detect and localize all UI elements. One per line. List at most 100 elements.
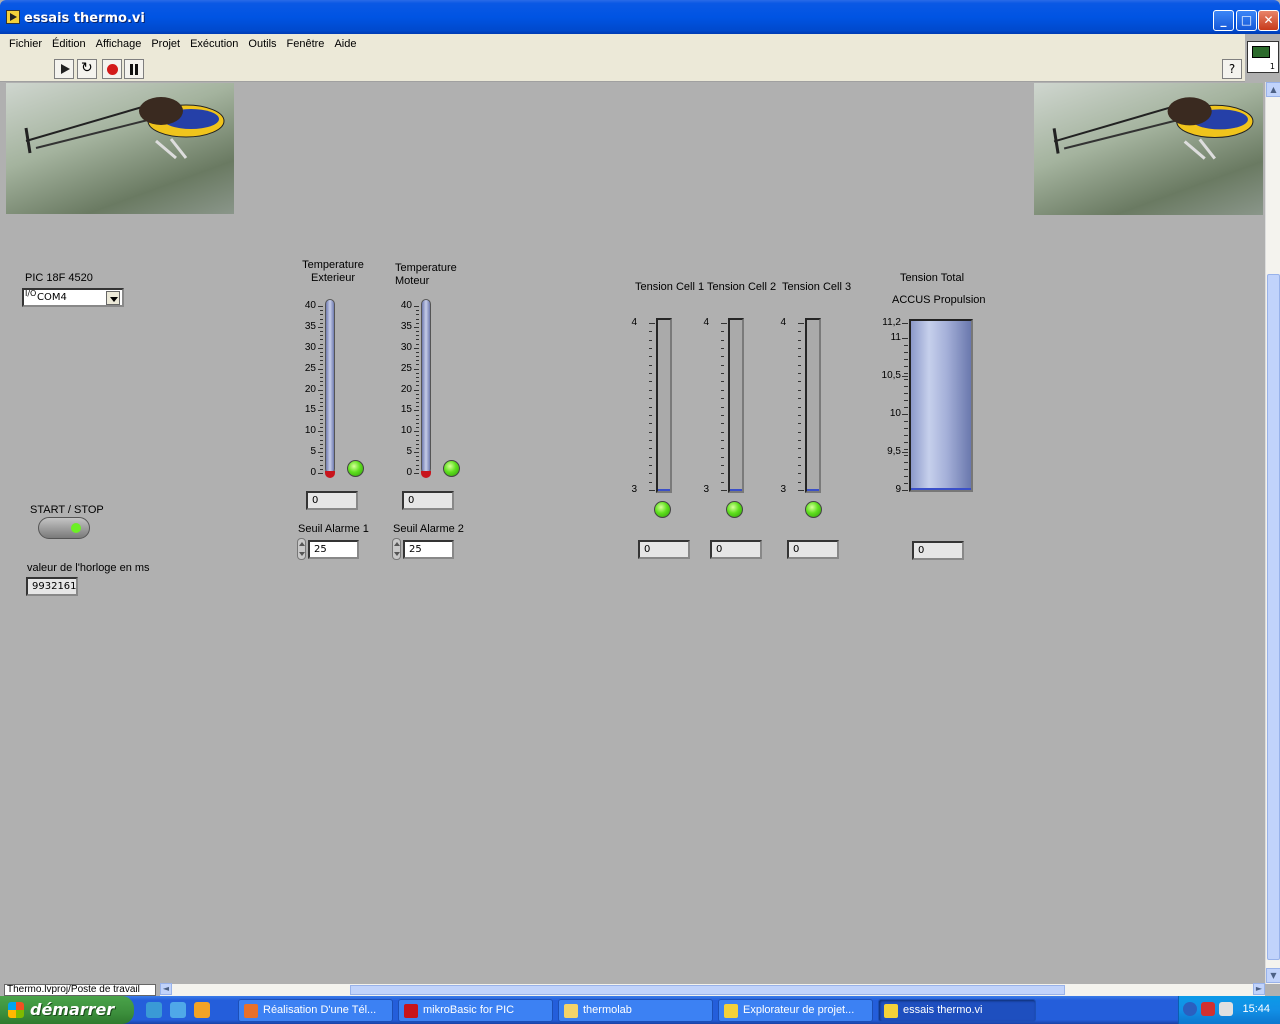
cell3-led	[805, 501, 822, 518]
tick-mark	[649, 373, 652, 375]
minor-tick-mark	[320, 360, 323, 362]
minor-tick-mark	[320, 322, 323, 324]
media-icon[interactable]	[194, 1002, 210, 1018]
tick-mark	[798, 323, 804, 324]
minor-tick-mark	[904, 358, 908, 360]
minor-tick-mark	[320, 406, 323, 408]
minor-tick-mark	[416, 393, 419, 395]
minor-tick-mark	[320, 351, 323, 353]
total-tick-label: 9	[895, 484, 901, 495]
minor-tick-mark	[904, 469, 908, 471]
minor-tick-mark	[320, 318, 323, 320]
minor-tick-mark	[416, 314, 419, 316]
tick-mark	[414, 473, 419, 474]
tray-expand-icon[interactable]	[1183, 1002, 1197, 1016]
tick-mark	[721, 481, 724, 483]
minor-tick-mark	[320, 314, 323, 316]
tick-label: 15	[304, 404, 316, 416]
minor-tick-mark	[320, 331, 323, 333]
minor-tick-mark	[416, 376, 419, 378]
start-button[interactable]: démarrer	[0, 996, 134, 1024]
task-explorateur[interactable]: Explorateur de projet...	[718, 999, 873, 1022]
labview-vi-icon[interactable]	[6, 10, 20, 24]
maximize-button[interactable]: □	[1236, 10, 1257, 31]
menu-outils[interactable]: Outils	[243, 34, 281, 50]
minor-tick-mark	[320, 468, 323, 470]
minimize-button[interactable]: _	[1213, 10, 1234, 31]
horizontal-scrollbar[interactable]: ◄ ►	[160, 983, 1265, 996]
close-button[interactable]: ✕	[1258, 10, 1279, 31]
volume-icon[interactable]	[1219, 1002, 1233, 1016]
tick-mark	[798, 348, 801, 350]
tick-mark	[649, 473, 652, 475]
horizontal-scroll-thumb[interactable]	[350, 985, 1065, 995]
tick-mark	[798, 456, 801, 458]
com-port-selector[interactable]: I/O COM4	[22, 288, 124, 307]
alarm1-stepper[interactable]	[297, 538, 306, 560]
cell3-min-label: 3	[780, 484, 786, 495]
run-continuously-button[interactable]	[77, 59, 97, 79]
tick-label: 25	[400, 362, 412, 374]
thermo2-title-line1: Temperature	[395, 262, 457, 274]
help-button[interactable]: ?	[1222, 59, 1242, 79]
ie-icon[interactable]	[146, 1002, 162, 1018]
tick-label: 40	[400, 300, 412, 311]
minor-tick-mark	[416, 464, 419, 466]
com-port-value: COM4	[37, 292, 67, 303]
chevron-down-icon[interactable]	[106, 291, 120, 305]
minor-tick-mark	[416, 468, 419, 470]
tick-mark	[649, 431, 652, 433]
scroll-down-icon[interactable]: ▼	[1266, 968, 1280, 983]
task-thermolab[interactable]: thermolab	[558, 999, 713, 1022]
tick-mark	[798, 431, 801, 433]
tick-mark	[649, 364, 652, 366]
minor-tick-mark	[320, 335, 323, 337]
run-button[interactable]	[54, 59, 74, 79]
abort-button[interactable]	[102, 59, 122, 79]
menu-fichier[interactable]: Fichier	[0, 34, 47, 50]
menu-execution[interactable]: Exécution	[185, 34, 243, 50]
labview-project-icon	[724, 1004, 738, 1018]
scroll-up-icon[interactable]: ▲	[1266, 82, 1280, 97]
alarm2-stepper[interactable]	[392, 538, 401, 560]
minor-tick-mark	[904, 351, 908, 353]
task-realisation[interactable]: Réalisation D'une Tél...	[238, 999, 393, 1022]
vertical-scroll-thumb[interactable]	[1267, 274, 1280, 960]
vertical-scrollbar[interactable]: ▲ ▼	[1265, 82, 1280, 984]
tick-mark	[721, 389, 724, 391]
tick-mark	[902, 376, 908, 377]
vi-connector-icon[interactable]: 1	[1247, 41, 1279, 73]
minor-tick-mark	[416, 381, 419, 383]
browser-icon[interactable]	[170, 1002, 186, 1018]
network-icon[interactable]	[1201, 1002, 1215, 1016]
task-mikrobasic[interactable]: mikroBasic for PIC	[398, 999, 553, 1022]
title-bar[interactable]: essais thermo.vi _ □ ✕	[0, 0, 1280, 34]
alarm1-input[interactable]: 25	[308, 540, 359, 559]
minor-tick-mark	[904, 338, 908, 339]
menu-fenetre[interactable]: Fenêtre	[282, 34, 330, 50]
tick-mark	[721, 339, 724, 341]
menu-edition[interactable]: Édition	[47, 34, 91, 50]
minor-tick-mark	[416, 331, 419, 333]
menu-aide[interactable]: Aide	[329, 34, 361, 50]
menu-projet[interactable]: Projet	[146, 34, 185, 50]
minor-tick-mark	[320, 443, 323, 445]
pause-button[interactable]	[124, 59, 144, 79]
start-stop-switch[interactable]	[38, 517, 90, 539]
alarm2-input[interactable]: 25	[403, 540, 454, 559]
tick-mark	[318, 452, 323, 454]
total-tick-label: 10	[889, 408, 901, 419]
minor-tick-mark	[320, 376, 323, 378]
minor-tick-mark	[320, 310, 323, 312]
tick-mark	[414, 389, 419, 391]
scroll-right-icon[interactable]: ►	[1253, 983, 1265, 995]
minor-tick-mark	[320, 364, 323, 366]
menu-affichage[interactable]: Affichage	[91, 34, 147, 50]
minor-tick-mark	[904, 372, 908, 374]
tick-mark	[649, 356, 652, 358]
task-essais-thermo[interactable]: essais thermo.vi	[878, 999, 1036, 1022]
scroll-left-icon[interactable]: ◄	[160, 983, 172, 995]
tick-mark	[649, 456, 652, 458]
minor-tick-mark	[416, 460, 419, 462]
thermo2-tube	[421, 299, 431, 474]
